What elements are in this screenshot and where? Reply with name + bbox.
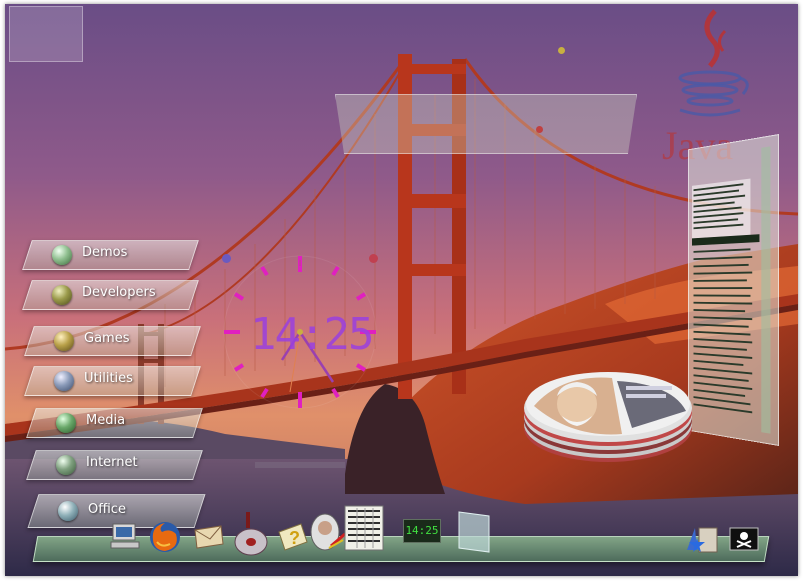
- menu-games[interactable]: Games: [24, 326, 201, 356]
- demos-orb-icon: [52, 245, 72, 265]
- menu-internet[interactable]: Internet: [26, 450, 203, 480]
- glass-panel[interactable]: [335, 94, 637, 154]
- internet-orb-icon: [56, 455, 76, 475]
- menu-label: Developers: [82, 285, 156, 300]
- mini-clock-readout: 14:25: [404, 520, 440, 542]
- utilities-orb-icon: [54, 371, 74, 391]
- menu-developers[interactable]: Developers: [22, 280, 199, 310]
- menu-label: Demos: [82, 245, 127, 260]
- menu-label: Media: [86, 413, 125, 428]
- photo-album-disc[interactable]: [522, 366, 694, 466]
- computer-icon[interactable]: [109, 522, 141, 552]
- clock-digital-readout: 14:25: [250, 309, 372, 360]
- blank-window-icon[interactable]: [455, 510, 493, 554]
- mini-clock-icon[interactable]: 14:25: [403, 519, 441, 543]
- photo-icon[interactable]: [307, 512, 347, 554]
- firefox-icon[interactable]: [148, 520, 182, 554]
- file-manager-icon[interactable]: [685, 524, 721, 558]
- spreadsheet-content: [689, 135, 778, 445]
- help-icon[interactable]: ?: [277, 522, 309, 552]
- games-orb-icon: [54, 331, 74, 351]
- java-cup-icon: [665, 6, 755, 126]
- pirate-flag-icon[interactable]: [729, 527, 759, 551]
- spreadsheet-window[interactable]: [688, 134, 779, 446]
- menu-label: Games: [84, 331, 129, 346]
- dock-bar[interactable]: [33, 536, 770, 562]
- mini-status-panel[interactable]: [9, 6, 83, 62]
- menu-utilities[interactable]: Utilities: [24, 366, 201, 396]
- menu-demos[interactable]: Demos: [22, 240, 199, 270]
- developers-orb-icon: [52, 285, 72, 305]
- media-orb-icon: [56, 413, 76, 433]
- calendar-icon[interactable]: [343, 504, 385, 552]
- mail-icon[interactable]: [193, 524, 225, 550]
- clock-orb-left: [222, 254, 231, 263]
- floating-orb: [558, 47, 565, 54]
- clock-orb-right: [369, 254, 378, 263]
- menu-media[interactable]: Media: [26, 408, 203, 438]
- glass-panel-dot: [536, 126, 543, 133]
- menu-label: Utilities: [84, 371, 133, 386]
- cd-player-icon[interactable]: [233, 512, 269, 556]
- office-orb-icon: [58, 501, 78, 521]
- menu-label: Internet: [86, 455, 138, 470]
- desktop: Java 14:25 Demos Developers Games Utilit…: [5, 4, 798, 576]
- svg-text:?: ?: [289, 528, 300, 548]
- menu-label: Office: [88, 502, 126, 517]
